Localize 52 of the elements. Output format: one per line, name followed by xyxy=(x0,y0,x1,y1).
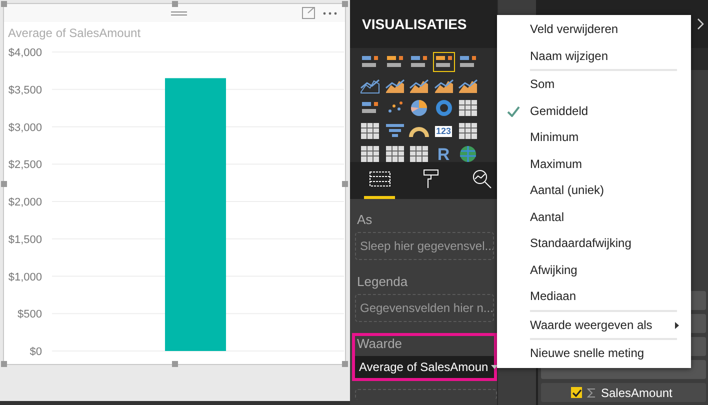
menu-item[interactable]: Afwijking xyxy=(497,256,691,283)
well-label: Waarde xyxy=(356,336,404,351)
menu-item[interactable]: Mediaan xyxy=(497,283,691,310)
axis-label: $0 xyxy=(30,346,42,358)
menu-item[interactable]: Naam wijzigen xyxy=(497,42,691,69)
r-visual-icon[interactable]: R xyxy=(432,144,454,164)
axis-label: $2,500 xyxy=(8,159,42,172)
menu-item[interactable]: Aantal xyxy=(497,204,691,230)
analytics-icon xyxy=(472,169,492,189)
resize-handle[interactable] xyxy=(1,181,7,187)
checkbox[interactable] xyxy=(571,387,582,398)
menu-item[interactable]: Maximum xyxy=(497,150,691,177)
field-pill[interactable]: Average of SalesAmoun xyxy=(355,356,494,378)
matrix-icon[interactable] xyxy=(408,144,430,164)
chart-title: Average of SalesAmount xyxy=(7,25,142,40)
menu-item[interactable]: Waarde weergeven als xyxy=(497,312,691,338)
resize-handle[interactable] xyxy=(1,1,7,7)
resize-handle[interactable] xyxy=(342,181,348,187)
axis-label: $500 xyxy=(18,308,42,321)
fields-icon xyxy=(368,171,390,187)
menu-item[interactable]: Standaardafwijking xyxy=(497,230,691,256)
well-label: As xyxy=(356,212,374,227)
menu-item[interactable]: Minimum xyxy=(497,124,691,150)
paint-roller-icon xyxy=(422,169,438,189)
resize-handle[interactable] xyxy=(342,1,348,7)
axis-label: $2,000 xyxy=(8,196,42,208)
axis-label: $3,000 xyxy=(8,122,42,134)
resize-handle[interactable] xyxy=(342,361,348,367)
menu-item[interactable]: Aantal (uniek) xyxy=(497,177,691,204)
resize-handle[interactable] xyxy=(172,1,178,7)
axis-label: $1,500 xyxy=(8,234,42,246)
sigma-icon xyxy=(587,388,596,398)
menu-item[interactable]: Nieuwe snelle meting xyxy=(497,340,691,366)
pie-chart-icon[interactable] xyxy=(408,98,430,118)
axis-label: $3,500 xyxy=(8,84,42,96)
focus-mode-icon[interactable] xyxy=(302,7,315,19)
menu-item[interactable]: Veld verwijderen xyxy=(497,16,691,42)
menu-item[interactable]: Som xyxy=(497,71,691,98)
axis-label: $4,000 xyxy=(8,47,42,59)
resize-handle[interactable] xyxy=(1,361,7,367)
table-icon[interactable] xyxy=(384,144,406,164)
drop-field[interactable]: Gegevensvelden hier n... xyxy=(355,294,494,322)
drag-handle-icon[interactable] xyxy=(171,11,187,16)
chevron-right-icon[interactable] xyxy=(697,18,704,30)
menu-item[interactable]: Gemiddeld xyxy=(497,98,691,124)
well-label: Legenda xyxy=(356,274,409,289)
axis-label: $1,000 xyxy=(8,271,42,284)
field-item[interactable]: SalesAmount xyxy=(541,383,706,402)
panel-title: VISUALISATIES xyxy=(362,16,467,32)
submenu-arrow-icon xyxy=(675,322,679,328)
more-options-icon[interactable] xyxy=(323,12,337,15)
resize-handle[interactable] xyxy=(172,361,178,367)
